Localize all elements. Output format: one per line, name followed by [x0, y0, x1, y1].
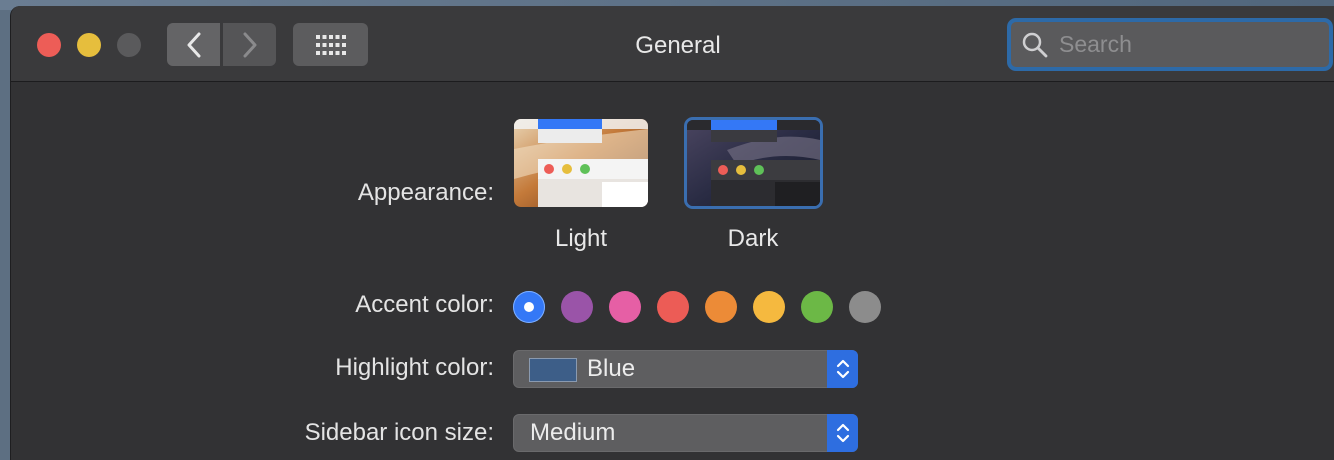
highlight-color-popup[interactable]: Blue	[513, 350, 858, 388]
titlebar: General	[11, 6, 1334, 82]
highlight-color-swatch	[529, 358, 577, 382]
appearance-dark-thumbnail[interactable]	[684, 117, 823, 209]
accent-color-yellow[interactable]	[753, 291, 785, 323]
appearance-dark-label[interactable]: Dark	[703, 225, 803, 253]
accent-color-green[interactable]	[801, 291, 833, 323]
highlight-color-value: Blue	[587, 355, 636, 382]
sidebar-icon-size-value: Medium	[530, 419, 616, 446]
popup-arrows-icon	[827, 350, 858, 388]
light-wallpaper-preview	[514, 119, 648, 207]
accent-color-orange[interactable]	[705, 291, 737, 323]
search-icon	[1022, 32, 1048, 57]
appearance-light-label[interactable]: Light	[531, 225, 631, 253]
popup-arrows-icon	[827, 414, 858, 452]
system-preferences-window: General Appearance:	[10, 6, 1334, 460]
general-preferences-pane: Appearance: Light Dark Accent color: Hig…	[11, 83, 1334, 460]
sidebar-icon-size-label: Sidebar icon size:	[304, 419, 494, 446]
accent-color-graphite[interactable]	[849, 291, 881, 323]
dark-wallpaper-preview	[687, 120, 820, 206]
search-field[interactable]	[1007, 18, 1333, 71]
appearance-light-thumbnail[interactable]	[514, 119, 648, 207]
highlight-color-label: Highlight color:	[335, 354, 494, 381]
accent-color-blue[interactable]	[513, 291, 545, 323]
accent-color-red[interactable]	[657, 291, 689, 323]
accent-color-pink[interactable]	[609, 291, 641, 323]
sidebar-icon-size-popup[interactable]: Medium	[513, 414, 858, 452]
appearance-label: Appearance:	[357, 179, 494, 206]
accent-color-label: Accent color:	[355, 291, 494, 318]
search-input[interactable]	[1059, 31, 1319, 58]
accent-color-purple[interactable]	[561, 291, 593, 323]
